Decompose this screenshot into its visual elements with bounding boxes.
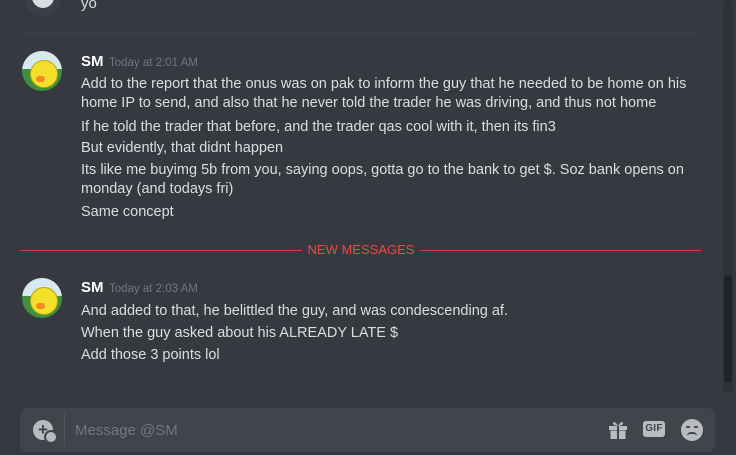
- timestamp: Today at 2:03 AM: [109, 283, 198, 295]
- scrollbar-thumb[interactable]: [724, 275, 732, 383]
- plus-circle-icon[interactable]: +: [33, 420, 58, 444]
- message-text: Add to the report that the onus was on p…: [81, 76, 687, 111]
- new-messages-divider: NEW MESSAGES: [307, 242, 415, 257]
- message-input[interactable]: [75, 418, 595, 442]
- message-text: Add those 3 points lol: [81, 347, 220, 363]
- message-text: yo: [81, 0, 97, 12]
- gift-icon[interactable]: [608, 420, 628, 440]
- timestamp: Today at 2:01 AM: [109, 57, 198, 69]
- message-text: But evidently, that didnt happen: [81, 140, 284, 156]
- avatar[interactable]: [22, 278, 62, 318]
- gif-icon[interactable]: GIF: [643, 421, 665, 437]
- message-text: And added to that, he belittled the guy,…: [81, 303, 508, 319]
- message-separator: [20, 33, 701, 34]
- message-text: Its like me buyimg 5b from you, saying o…: [81, 162, 684, 197]
- new-messages-divider-line: [20, 250, 302, 251]
- avatar[interactable]: [22, 51, 62, 91]
- chat-scroller[interactable]: yo SM Today at 2:01 AM Add to the report…: [0, 0, 722, 394]
- emoji-face-icon[interactable]: [681, 419, 703, 441]
- avatar[interactable]: [24, 0, 62, 16]
- username[interactable]: SM: [81, 52, 104, 72]
- message-text: When the guy asked about his ALREADY LAT…: [81, 325, 399, 341]
- new-messages-divider-line: [420, 250, 701, 251]
- username[interactable]: SM: [81, 278, 104, 298]
- composer-divider: [64, 413, 65, 447]
- message-text: If he told the trader that before, and t…: [81, 119, 556, 135]
- message-text: Same concept: [81, 204, 174, 220]
